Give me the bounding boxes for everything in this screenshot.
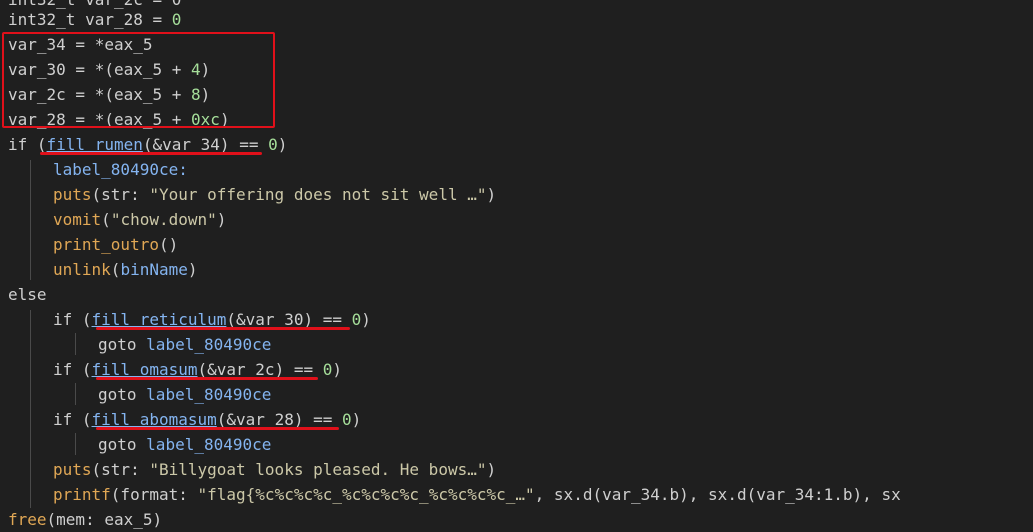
- highlight-underline: [96, 377, 318, 380]
- code-line: else: [8, 282, 47, 307]
- function-token[interactable]: unlink: [53, 260, 111, 279]
- code-text: (: [110, 260, 121, 279]
- number-token: 0: [268, 135, 278, 154]
- keyword-token: goto: [98, 385, 147, 404]
- code-line: goto label_80490ce: [98, 332, 271, 357]
- highlight-underline: [96, 427, 339, 430]
- code-text: (format:: [110, 485, 198, 504]
- keyword-token: goto: [98, 335, 147, 354]
- keyword-token: goto: [98, 435, 147, 454]
- highlight-underline: [96, 327, 350, 330]
- code-text: ): [486, 460, 497, 479]
- type-token: int32_t: [8, 10, 76, 29]
- keyword-token: if (: [53, 410, 92, 429]
- code-line: goto label_80490ce: [98, 382, 271, 407]
- number-token: 0: [322, 360, 333, 379]
- function-token[interactable]: puts: [53, 460, 92, 479]
- indent-guide: [30, 160, 31, 280]
- indent-guide: [75, 333, 76, 355]
- code-text: (): [158, 235, 179, 254]
- code-line: unlink(binName): [53, 257, 198, 282]
- operator-token: =: [142, 10, 172, 29]
- highlight-underline: [40, 152, 262, 155]
- number-token: 0: [351, 310, 362, 329]
- indent-guide: [75, 383, 76, 405]
- label-token[interactable]: label_80490ce: [146, 435, 271, 454]
- string-token[interactable]: "flag{%c%c%c%c_%c%c%c%c_%c%c%c%c_…": [198, 485, 535, 504]
- number-token: 0: [171, 10, 182, 29]
- string-token[interactable]: "Your offering does not sit well …": [149, 185, 486, 204]
- function-token[interactable]: puts: [53, 185, 92, 204]
- code-text: ): [277, 135, 288, 154]
- function-token[interactable]: printf: [53, 485, 111, 504]
- code-text: (str:: [91, 185, 150, 204]
- code-line: vomit("chow.down"): [53, 207, 226, 232]
- function-token[interactable]: vomit: [53, 210, 101, 229]
- code-text: ): [332, 360, 343, 379]
- code-line: printf(format: "flag{%c%c%c%c_%c%c%c%c_%…: [53, 482, 901, 507]
- indent-guide: [30, 310, 31, 508]
- highlight-box: [2, 32, 275, 128]
- variable-token[interactable]: var_28: [85, 10, 143, 29]
- code-line: label_80490ce:: [53, 157, 188, 182]
- keyword-token: if (: [53, 360, 92, 379]
- code-view: int32_t var_2c = 0 int32_t var_28 = 0 va…: [0, 0, 1033, 531]
- code-line: puts(str: "Your offering does not sit we…: [53, 182, 496, 207]
- function-token[interactable]: print_outro: [53, 235, 159, 254]
- keyword-token: if (: [53, 310, 92, 329]
- code-text[interactable]: (mem: eax_5): [47, 510, 163, 529]
- code-text: ): [216, 210, 227, 229]
- code-line: free(mem: eax_5): [8, 507, 162, 532]
- code-line: goto label_80490ce: [98, 432, 271, 457]
- code-text: ): [486, 185, 497, 204]
- code-line: int32_t var_28 = 0: [8, 7, 181, 32]
- number-token: 0: [342, 410, 352, 429]
- label-token[interactable]: label_80490ce: [146, 335, 271, 354]
- code-text: ): [187, 260, 198, 279]
- variable-token[interactable]: binName: [120, 260, 187, 279]
- code-text[interactable]: , sx.d(var_34.b), sx.d(var_34:1.b), sx: [535, 485, 901, 504]
- label-token[interactable]: label_80490ce:: [53, 160, 188, 179]
- code-text: ): [351, 410, 362, 429]
- code-line: print_outro(): [53, 232, 178, 257]
- code-text: (str:: [91, 460, 150, 479]
- code-line: puts(str: "Billygoat looks pleased. He b…: [53, 457, 496, 482]
- string-token[interactable]: "Billygoat looks pleased. He bows…": [149, 460, 486, 479]
- keyword-token: else: [8, 285, 47, 304]
- code-text: (: [101, 210, 111, 229]
- code-text: ): [361, 310, 371, 329]
- function-token[interactable]: free: [8, 510, 47, 529]
- label-token[interactable]: label_80490ce: [146, 385, 271, 404]
- indent-guide: [75, 433, 76, 455]
- string-token[interactable]: "chow.down": [111, 210, 217, 229]
